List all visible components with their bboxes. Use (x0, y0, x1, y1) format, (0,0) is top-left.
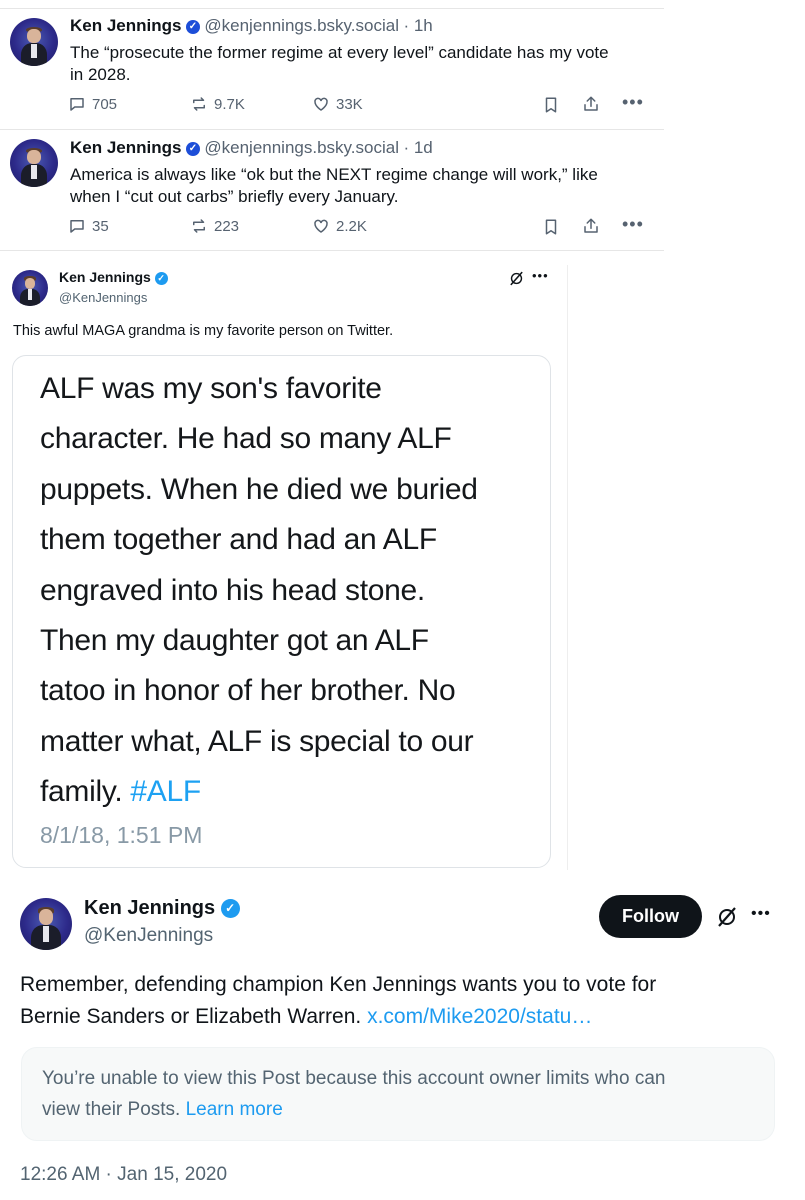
embedded-image-timestamp: 8/1/18, 1:51 PM (40, 822, 203, 848)
more-icon[interactable]: ••• (532, 268, 549, 283)
divider (567, 265, 568, 870)
verified-icon: ✓ (185, 141, 200, 156)
verified-icon: ✓ (220, 899, 240, 919)
repost-count: 223 (214, 217, 240, 235)
reply-button[interactable]: 705 (68, 95, 117, 113)
tweet-text: Remember, defending champion Ken Jenning… (20, 969, 790, 1033)
repost-count: 9.7K (214, 95, 245, 113)
like-icon (314, 97, 328, 111)
tweet-text: This awful MAGA grandma is my favorite p… (13, 323, 394, 339)
author-handle[interactable]: @KenJennings (59, 290, 147, 305)
tweet-text-fragment: Bernie Sanders or Elizabeth Warren. (20, 1005, 362, 1028)
author-name[interactable]: Ken Jennings (70, 138, 181, 157)
repost-button[interactable]: 223 (190, 217, 239, 235)
image-text-fragment: family. (40, 775, 123, 809)
post-time[interactable]: · 1h (403, 16, 432, 35)
notice-text-line: view their Posts. Learn more (42, 1094, 762, 1125)
author-name[interactable]: Ken Jennings (70, 16, 181, 35)
share-icon[interactable] (582, 217, 600, 235)
bookmark-icon[interactable] (542, 218, 560, 236)
author-handle[interactable]: @KenJennings (84, 925, 213, 947)
grok-icon[interactable] (508, 270, 525, 287)
image-text-line: engraved into his head stone. (40, 573, 425, 607)
more-icon[interactable]: ••• (622, 92, 644, 113)
author-name[interactable]: Ken Jennings (84, 897, 215, 919)
like-button[interactable]: 33K (312, 95, 363, 113)
avatar[interactable] (12, 270, 48, 306)
post-text: The “prosecute the former regime at ever… (70, 42, 660, 86)
more-icon[interactable]: ••• (751, 905, 771, 923)
verified-icon: ✓ (154, 271, 168, 285)
image-text-line: puppets. When he died we buried (40, 472, 478, 506)
like-icon (314, 219, 328, 233)
divider (0, 8, 664, 9)
image-text-line: them together and had an ALF (40, 523, 437, 557)
image-text-line: family. #ALF (40, 767, 540, 817)
avatar[interactable] (20, 898, 72, 950)
tweet-timestamp[interactable]: 12:26 AM · Jan 15, 2020 (20, 1164, 227, 1186)
notice-text-line: You’re unable to view this Post because … (42, 1068, 666, 1089)
learn-more-link[interactable]: Learn more (186, 1099, 283, 1120)
repost-icon (193, 219, 205, 233)
reply-count: 705 (92, 95, 118, 113)
unavailable-post-text: You’re unable to view this Post because … (42, 1063, 762, 1125)
reply-count: 35 (92, 217, 109, 235)
notice-text-fragment: view their Posts. (42, 1099, 181, 1120)
divider (0, 129, 664, 130)
avatar[interactable] (10, 18, 58, 66)
follow-button[interactable]: Follow (599, 895, 702, 938)
like-button[interactable]: 2.2K (312, 217, 367, 235)
like-count: 2.2K (336, 217, 367, 235)
avatar[interactable] (10, 139, 58, 187)
post-text: America is always like “ok but the NEXT … (70, 164, 660, 208)
verified-icon: ✓ (185, 19, 200, 34)
post-text-line: The “prosecute the former regime at ever… (70, 43, 609, 62)
repost-icon (193, 97, 205, 111)
tweet-text-line: Remember, defending champion Ken Jenning… (20, 973, 657, 996)
post-text-line: in 2028. (70, 65, 131, 84)
bookmark-icon[interactable] (542, 96, 560, 114)
hashtag-link: #ALF (130, 775, 201, 809)
share-icon[interactable] (582, 95, 600, 113)
image-text-line: tatoo in honor of her brother. No (40, 674, 456, 708)
image-text-line: ALF was my son's favorite (40, 372, 382, 405)
author-handle[interactable]: @kenjennings.bsky.social (204, 138, 399, 157)
divider (0, 250, 664, 251)
embedded-image-text: ALF was my son's favorite character. He … (40, 364, 540, 818)
tweet-link[interactable]: x.com/Mike2020/statu… (367, 1005, 592, 1028)
grok-icon[interactable] (715, 905, 739, 929)
reply-icon (70, 98, 84, 111)
post-text-line: America is always like “ok but the NEXT … (70, 165, 598, 184)
image-text-line: character. He had so many ALF (40, 422, 452, 456)
author-name[interactable]: Ken Jennings (59, 269, 151, 285)
repost-button[interactable]: 9.7K (190, 95, 245, 113)
reply-button[interactable]: 35 (68, 217, 109, 235)
like-count: 33K (336, 95, 363, 113)
more-icon[interactable]: ••• (622, 214, 644, 235)
author-handle[interactable]: @kenjennings.bsky.social (204, 16, 399, 35)
post-text-line: when I “cut out carbs” briefly every Jan… (70, 187, 399, 206)
reply-icon (70, 220, 84, 233)
image-text-line: Then my daughter got an ALF (40, 624, 429, 658)
image-text-line: matter what, ALF is special to our (40, 724, 474, 758)
post-time[interactable]: · 1d (403, 138, 432, 157)
tweet-text-line: Bernie Sanders or Elizabeth Warren. x.co… (20, 1001, 790, 1033)
